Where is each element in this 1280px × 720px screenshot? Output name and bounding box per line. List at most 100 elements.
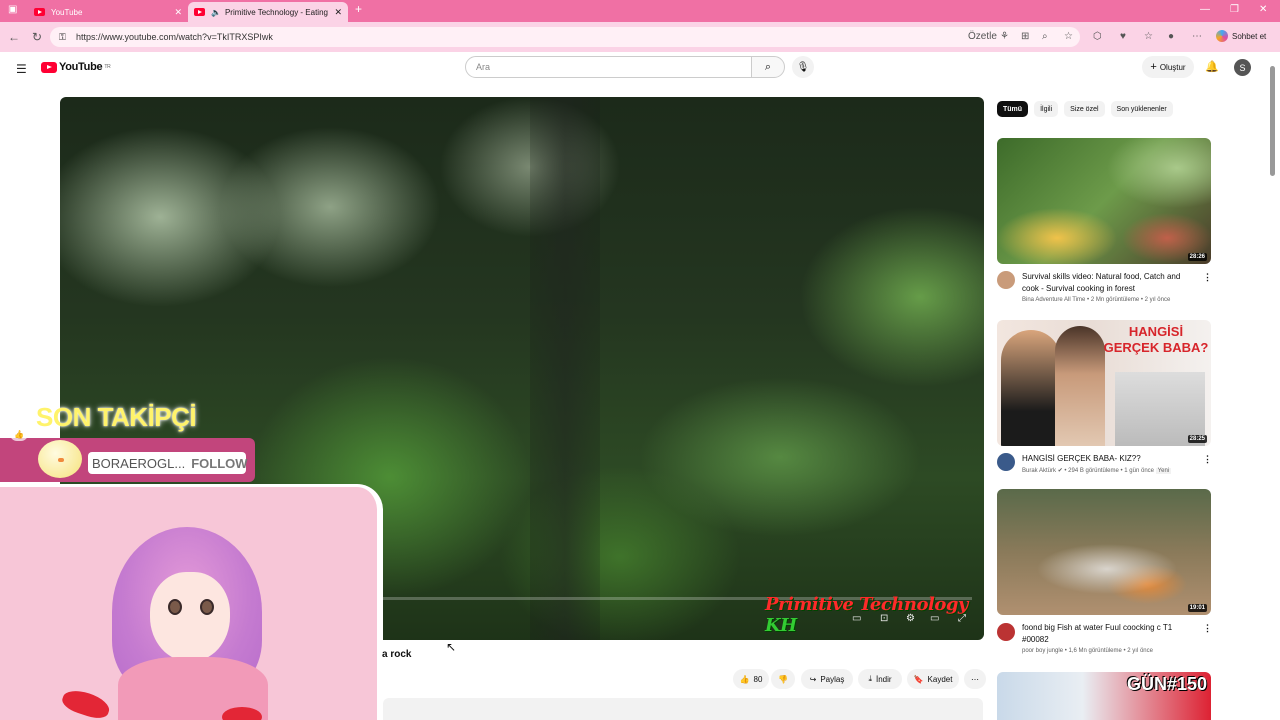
follower-name: BORAEROGL... — [92, 455, 186, 471]
tab-close-icon[interactable]: ✕ — [174, 7, 182, 18]
youtube-logo[interactable]: YouTube TR — [41, 61, 111, 73]
recommendation-meta: poor boy jungle • 1,6 Mn görüntüleme • 2… — [1022, 648, 1153, 654]
read-aloud-icon[interactable]: ⚘ — [1000, 31, 1009, 42]
recommendation-thumbnail[interactable]: GÜN#150 — [997, 672, 1211, 720]
notifications-bell-icon[interactable]: 🔔 — [1205, 60, 1219, 73]
like-button[interactable]: 👍 80 — [733, 669, 769, 689]
search-input[interactable]: Ara — [465, 56, 752, 78]
url-text: https://www.youtube.com/watch?v=TkITRXSP… — [76, 32, 273, 42]
channel-name[interactable]: Bina Adventure All Time — [1022, 297, 1085, 303]
channel-avatar[interactable] — [997, 271, 1015, 289]
tab-title: Primitive Technology - Eating — [224, 7, 328, 17]
voice-search-button[interactable]: 🎙 — [792, 56, 814, 78]
chip-all[interactable]: Tümü — [997, 101, 1029, 117]
refresh-icon[interactable]: ↻ — [32, 30, 42, 44]
profile-icon[interactable]: ● — [1168, 31, 1174, 42]
recommendation-title[interactable]: HANGİSİ GERÇEK BABA- KIZ?? — [1022, 453, 1192, 465]
browser-essentials-icon[interactable]: ♥ — [1120, 31, 1126, 42]
recommendation-meta: Burak Aktürk ✔ • 294 B görüntüleme • 1 g… — [1022, 468, 1172, 474]
browser-tab-bar: ▣ YouTube ✕ 🔈 Primitive Technology - Eat… — [0, 0, 1280, 22]
latest-follower-heading: SON TAKİPÇİ — [36, 402, 197, 432]
channel-name[interactable]: Burak Aktürk — [1022, 468, 1056, 474]
channel-avatar[interactable] — [997, 623, 1015, 641]
settings-gear-icon[interactable]: ⚙ — [906, 613, 915, 624]
url-field[interactable]: ⚿ https://www.youtube.com/watch?v=TkITRX… — [50, 27, 1080, 47]
vtuber-fan — [222, 707, 262, 720]
plus-icon: + — [1150, 61, 1157, 73]
vtuber-fan — [59, 686, 113, 720]
page-scrollbar[interactable] — [1270, 66, 1275, 176]
close-window-icon[interactable]: ✕ — [1259, 4, 1267, 15]
logo-text: YouTube — [59, 61, 103, 73]
subtitles-icon[interactable]: ⊡ — [880, 613, 888, 624]
new-badge: Yeni — [1155, 468, 1172, 474]
share-label: Paylaş — [820, 674, 845, 684]
summarize-label[interactable]: Özetle — [968, 31, 997, 42]
share-icon: ↪ — [809, 674, 817, 684]
apps-icon[interactable]: ⊞ — [1021, 31, 1029, 42]
logo-country: TR — [104, 64, 111, 70]
save-button[interactable]: 🔖 Kaydet — [907, 669, 959, 689]
minimize-icon[interactable]: — — [1200, 4, 1210, 15]
search-button[interactable]: ⌕ — [751, 56, 785, 78]
channel-avatar[interactable] — [997, 453, 1015, 471]
view-count: 2 Mn görüntüleme — [1090, 297, 1140, 303]
create-button[interactable]: + Oluştur — [1142, 56, 1194, 78]
tab-primitive-technology[interactable]: 🔈 Primitive Technology - Eating ✕ — [188, 2, 348, 22]
dislike-button[interactable]: 👎 — [771, 669, 795, 689]
chick-mascot-icon — [38, 440, 82, 478]
chip-related[interactable]: İlgili — [1034, 101, 1059, 117]
duration-badge: 28:26 — [1187, 253, 1207, 261]
recommendation-title[interactable]: Survival skills video: Natural food, Cat… — [1022, 271, 1192, 295]
channel-name[interactable]: poor boy jungle — [1022, 648, 1063, 654]
account-avatar[interactable]: S — [1234, 59, 1251, 76]
description-box[interactable] — [383, 698, 983, 720]
menu-icon[interactable]: ☰ — [16, 62, 27, 76]
collections-icon[interactable]: ☆ — [1144, 31, 1153, 42]
more-horizontal-icon: ⋯ — [971, 674, 979, 684]
video-frame-detail — [530, 97, 600, 640]
zoom-icon[interactable]: ⌕ — [1042, 31, 1048, 42]
youtube-favicon-icon — [194, 8, 205, 16]
download-button[interactable]: ⤓ İndir — [858, 669, 902, 689]
more-menu-icon[interactable]: ⋯ — [1192, 31, 1202, 42]
more-vertical-icon[interactable]: ⋮ — [1203, 623, 1212, 634]
mouse-cursor-icon: ↖ — [446, 640, 457, 654]
recommendation-thumbnail[interactable]: HANGİSİ GERÇEK BABA? 28:25 — [997, 320, 1211, 446]
back-icon[interactable]: ← — [8, 30, 20, 44]
copilot-button[interactable]: Sohbet et — [1216, 30, 1266, 42]
like-overlay-icon: 👍 — [10, 427, 28, 441]
download-label: İndir — [875, 674, 892, 684]
tab-actions-icon[interactable]: ▣ — [8, 4, 17, 15]
upload-age: 2 yıl önce — [1144, 297, 1171, 303]
microphone-icon: 🎙 — [796, 61, 810, 73]
site-info-icon[interactable]: ⚿ — [59, 32, 66, 43]
download-icon: ⤓ — [868, 674, 872, 683]
theater-mode-icon[interactable]: ▭ — [930, 613, 939, 624]
tab-close-icon[interactable]: ✕ — [334, 7, 342, 18]
restore-icon[interactable]: ❐ — [1230, 4, 1239, 15]
chip-recent[interactable]: Son yüklenenler — [1110, 101, 1173, 117]
miniplayer-icon[interactable]: ▭ — [852, 613, 861, 624]
recommendation-thumbnail[interactable]: 28:26 — [997, 138, 1211, 264]
new-tab-button[interactable]: + — [355, 2, 362, 16]
speaker-icon[interactable]: 🔈 — [211, 8, 221, 17]
more-vertical-icon[interactable]: ⋮ — [1203, 454, 1212, 465]
save-label: Kaydet — [927, 674, 953, 684]
vtuber-eye-right — [200, 599, 214, 615]
verified-icon: ✔ — [1057, 468, 1063, 474]
chip-for-you[interactable]: Size özel — [1064, 101, 1105, 117]
extension-icon[interactable]: ⬡ — [1093, 31, 1102, 42]
youtube-logo-icon — [41, 61, 57, 73]
recommendation-thumbnail[interactable]: 19:01 — [997, 489, 1211, 615]
more-actions-button[interactable]: ⋯ — [964, 669, 986, 689]
tab-youtube[interactable]: YouTube ✕ — [28, 2, 188, 22]
favorite-star-icon[interactable]: ☆ — [1064, 31, 1073, 42]
thumbnail-person — [1055, 326, 1105, 446]
fullscreen-icon[interactable]: ⤢ — [958, 613, 966, 624]
share-button[interactable]: ↪ Paylaş — [801, 669, 853, 689]
more-vertical-icon[interactable]: ⋮ — [1203, 272, 1212, 283]
create-label: Oluştur — [1159, 62, 1186, 72]
recommendation-title[interactable]: foond big Fish at water Fuul coocking c … — [1022, 622, 1192, 646]
duration-badge: 19:01 — [1187, 604, 1207, 612]
